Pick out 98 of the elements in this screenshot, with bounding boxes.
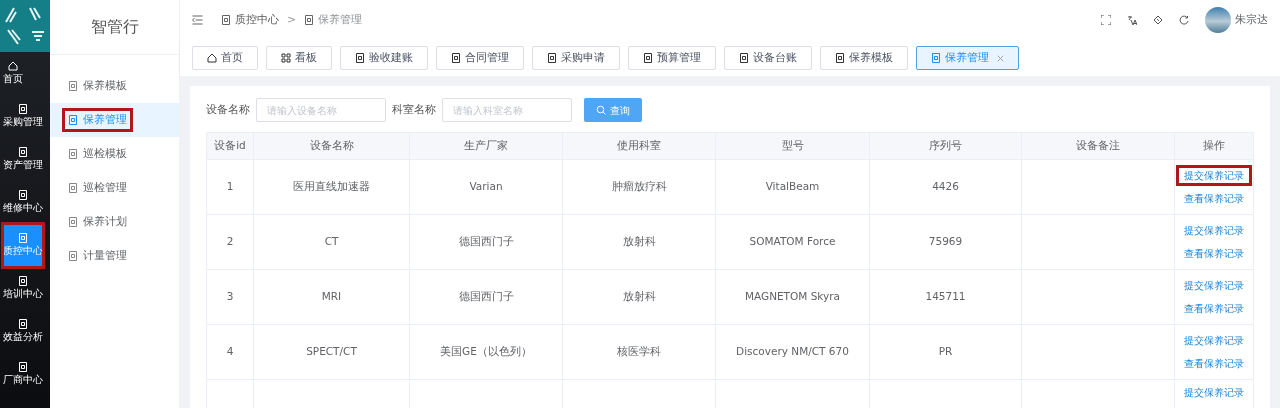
- action-link[interactable]: 提交保养记录: [1178, 332, 1250, 349]
- nav-item[interactable]: 培训中心: [3, 267, 43, 310]
- table-cell: VitalBeam: [765, 180, 820, 193]
- fullscreen-icon[interactable]: [1101, 15, 1111, 25]
- nav-item[interactable]: 效益分析: [3, 310, 43, 353]
- document-icon: [835, 53, 845, 63]
- table-cell: Varian: [469, 180, 503, 193]
- document-icon: [451, 53, 461, 63]
- document-icon: [221, 15, 231, 25]
- document-icon: [547, 53, 557, 63]
- table-cell: 放射科: [622, 235, 656, 248]
- nav-item[interactable]: 厂商中心: [3, 353, 43, 396]
- action-link[interactable]: 提交保养记录: [1178, 277, 1250, 294]
- close-icon[interactable]: [997, 54, 1004, 62]
- home-icon: [207, 53, 217, 63]
- filter-label: 设备名称: [206, 101, 250, 118]
- filter-label: 科室名称: [392, 101, 436, 118]
- nav-item[interactable]: 采购管理: [3, 95, 43, 138]
- tab[interactable]: 采购申请: [532, 46, 620, 70]
- tab[interactable]: 看板: [266, 46, 332, 70]
- document-icon: [18, 319, 28, 329]
- table-cell: 2: [226, 235, 234, 248]
- app-title: 智管行: [50, 0, 179, 55]
- table-cell: 4: [226, 345, 234, 358]
- table-cell: 肿瘤放疗科: [611, 180, 667, 193]
- column-header: 设备id: [206, 132, 254, 160]
- breadcrumb-separator: >: [287, 11, 297, 28]
- action-link[interactable]: 查看保养记录: [1178, 190, 1250, 207]
- submenu-item[interactable]: 保养模板: [64, 75, 131, 97]
- table-cell: 德国西门子: [458, 235, 514, 248]
- column-header: 型号: [715, 132, 870, 160]
- tab[interactable]: 合同管理: [436, 46, 524, 70]
- table-cell: CT: [324, 235, 339, 248]
- table-cell: Discovery NM/CT 670: [736, 345, 849, 358]
- submenu-item[interactable]: 巡检模板: [64, 143, 131, 165]
- table-cell: 医用直线加速器: [293, 180, 370, 193]
- column-header: 设备备注: [1021, 132, 1175, 160]
- table-cell: 核医学科: [617, 345, 661, 358]
- table-cell: 145711: [925, 290, 966, 303]
- breadcrumb-item: 保养管理: [304, 11, 363, 29]
- submenu-item[interactable]: 保养计划: [64, 211, 131, 233]
- submenu-item[interactable]: 计量管理: [64, 245, 131, 267]
- document-icon: [739, 53, 749, 63]
- document-icon: [18, 233, 28, 243]
- tab[interactable]: 设备台账: [724, 46, 812, 70]
- document-icon: [68, 217, 78, 227]
- grid-icon: [281, 53, 291, 63]
- action-link[interactable]: 查看保养记录: [1178, 245, 1250, 262]
- table-cell: MAGNETOM Skyra: [744, 290, 841, 303]
- submenu-item[interactable]: 巡检管理: [64, 177, 131, 199]
- tab[interactable]: 保养模板: [820, 46, 908, 70]
- nav-item[interactable]: 资产管理: [3, 138, 43, 181]
- table-cell: SPECT/CT: [306, 345, 357, 358]
- refresh-icon[interactable]: [1179, 15, 1189, 25]
- table-cell: 放射科: [622, 290, 656, 303]
- table-cell: 德国西门子: [458, 290, 514, 303]
- document-icon: [643, 53, 653, 63]
- action-link[interactable]: 提交保养记录: [1178, 167, 1250, 184]
- tab[interactable]: 首页: [192, 46, 258, 70]
- column-header: 设备名称: [253, 132, 410, 160]
- document-icon: [355, 53, 365, 63]
- table-cell: 4426: [932, 180, 959, 193]
- nav-item[interactable]: 维修中心: [3, 181, 43, 224]
- table-cell: PR: [938, 345, 953, 358]
- document-icon: [68, 115, 78, 125]
- menu-collapse-icon[interactable]: [192, 15, 203, 25]
- document-icon: [68, 183, 78, 193]
- document-icon: [18, 362, 28, 372]
- document-icon: [18, 190, 28, 200]
- table-cell: MRI: [321, 290, 342, 303]
- document-icon: [304, 15, 315, 25]
- home-icon: [8, 61, 18, 71]
- action-link[interactable]: 查看保养记录: [1178, 300, 1250, 317]
- table-cell: 1: [226, 180, 234, 193]
- document-icon: [68, 251, 78, 261]
- tab[interactable]: 预算管理: [628, 46, 716, 70]
- document-icon: [18, 276, 28, 286]
- document-icon: [68, 81, 78, 91]
- column-header: 使用科室: [562, 132, 716, 160]
- table-cell: 3: [226, 290, 234, 303]
- action-link[interactable]: 查看保养记录: [1178, 355, 1250, 372]
- document-icon: [18, 104, 28, 114]
- table-cell: 75969: [928, 235, 963, 248]
- avatar[interactable]: [1205, 7, 1231, 33]
- document-icon: [18, 147, 28, 157]
- table-cell: 美国GE（以色列）: [440, 345, 532, 358]
- nav-item[interactable]: 首页: [3, 52, 23, 95]
- breadcrumb-item[interactable]: 质控中心: [221, 11, 279, 29]
- document-icon: [931, 53, 941, 63]
- action-link[interactable]: 提交保养记录: [1178, 222, 1250, 239]
- table-cell: SOMATOM Force: [749, 235, 836, 248]
- column-header: 操作: [1174, 132, 1254, 160]
- document-icon: [68, 149, 78, 159]
- tab[interactable]: 验收建账: [340, 46, 428, 70]
- column-header: 生产厂家: [409, 132, 563, 160]
- search-icon: [596, 105, 606, 115]
- user-name[interactable]: 朱宗达: [1235, 11, 1268, 29]
- column-header: 序列号: [869, 132, 1022, 160]
